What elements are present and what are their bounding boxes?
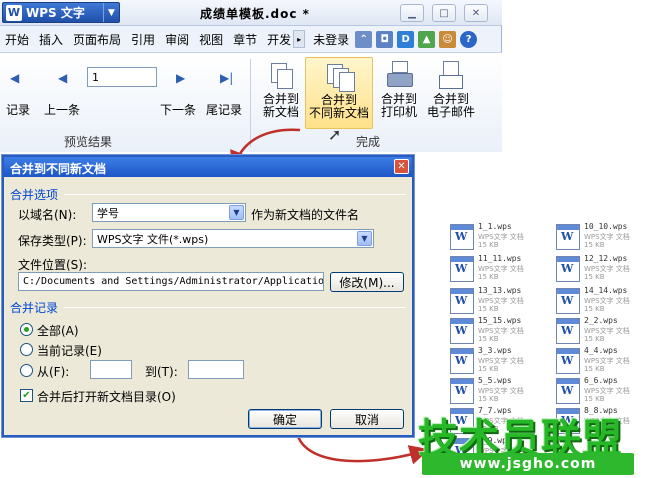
- watermark-url: www.jsgho.com: [422, 453, 634, 475]
- file-item[interactable]: W 4_4.wps WPS文字 文档 15 KB: [556, 346, 646, 378]
- save-type-select[interactable]: WPS文字 文件(*.wps) ▼: [92, 229, 374, 248]
- radio-from-label[interactable]: 从(F):: [37, 363, 69, 380]
- file-item[interactable]: W 10_10.wps WPS文字 文档 15 KB: [556, 222, 646, 254]
- file-item[interactable]: W 15_15.wps WPS文字 文档 15 KB: [450, 316, 542, 348]
- field-name-value: 学号: [97, 207, 119, 220]
- section-divider: [64, 307, 406, 308]
- close-icon[interactable]: ✕: [394, 159, 409, 174]
- dialog-title: 合并到不同新文档: [4, 157, 412, 177]
- field-name-label: 以域名(N):: [18, 208, 77, 222]
- chevron-down-icon[interactable]: ▼: [229, 205, 244, 220]
- merge-options-heading: 合并选项: [10, 188, 59, 202]
- to-label: 到(T):: [145, 365, 178, 379]
- save-type-label: 保存类型(P):: [18, 234, 87, 248]
- save-type-value: WPS文字 文件(*.wps): [97, 233, 209, 246]
- section-divider: [64, 194, 406, 195]
- radio-all-label[interactable]: 全部(A): [37, 322, 79, 339]
- cancel-button[interactable]: 取消: [330, 409, 404, 429]
- merge-records-heading: 合并记录: [10, 301, 59, 315]
- file-item[interactable]: W 6_6.wps WPS文字 文档 15 KB: [556, 376, 646, 408]
- radio-current-label[interactable]: 当前记录(E): [37, 342, 102, 359]
- modify-location-button[interactable]: 修改(M)...: [330, 272, 404, 292]
- file-item[interactable]: W 2_2.wps WPS文字 文档 15 KB: [556, 316, 646, 348]
- file-item[interactable]: W 14_14.wps WPS文字 文档 15 KB: [556, 286, 646, 318]
- open-after-label[interactable]: 合并后打开新文档目录(O): [37, 388, 176, 405]
- file-item[interactable]: W 12_12.wps WPS文字 文档 15 KB: [556, 254, 646, 286]
- to-record-input[interactable]: [188, 360, 244, 379]
- file-item[interactable]: W 11_11.wps WPS文字 文档 15 KB: [450, 254, 542, 286]
- field-name-suffix: 作为新文档的文件名: [251, 208, 360, 222]
- radio-current-record[interactable]: [20, 343, 33, 356]
- file-item[interactable]: W 13_13.wps WPS文字 文档 15 KB: [450, 286, 542, 318]
- from-record-input[interactable]: [90, 360, 132, 379]
- file-item[interactable]: W 3_3.wps WPS文字 文档 15 KB: [450, 346, 542, 378]
- merge-separate-dialog: 合并到不同新文档 ✕ 合并选项 以域名(N): 学号 ▼ 作为新文档的文件名 保…: [2, 155, 414, 437]
- chevron-down-icon[interactable]: ▼: [357, 231, 372, 246]
- file-item[interactable]: W 5_5.wps WPS文字 文档 15 KB: [450, 376, 542, 408]
- location-label: 文件位置(S):: [18, 258, 88, 272]
- location-input[interactable]: C:/Documents and Settings/Administrator/…: [18, 272, 324, 291]
- ok-button[interactable]: 确定: [248, 409, 322, 429]
- open-after-checkbox[interactable]: ✔: [20, 389, 33, 402]
- radio-from[interactable]: [20, 364, 33, 377]
- field-name-select[interactable]: 学号 ▼: [92, 203, 246, 222]
- radio-all[interactable]: [20, 323, 33, 336]
- file-item[interactable]: W 1_1.wps WPS文字 文档 15 KB: [450, 222, 542, 254]
